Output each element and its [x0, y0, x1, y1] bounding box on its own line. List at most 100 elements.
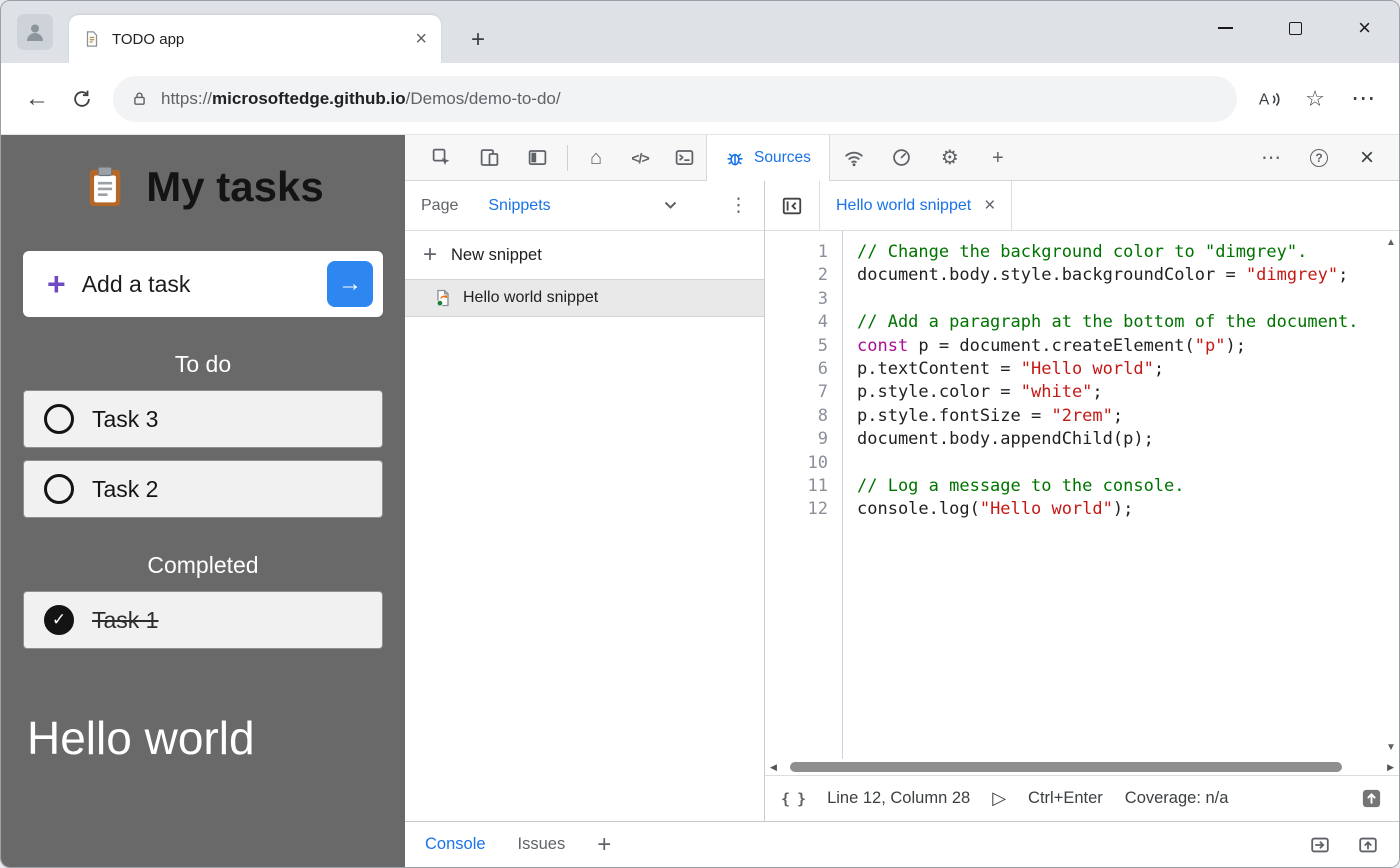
scroll-up-icon[interactable]: ▲ — [1386, 237, 1396, 248]
expand-quick-view-icon[interactable] — [1357, 834, 1379, 856]
more-tabs-icon[interactable]: ⋮ — [729, 194, 748, 217]
gear-icon[interactable]: ⚙ — [926, 135, 974, 181]
task-label: Task 1 — [92, 607, 158, 634]
tab-page[interactable]: Page — [421, 197, 458, 215]
task-card[interactable]: Task 2 — [23, 460, 383, 518]
address-bar[interactable]: https://microsoftedge.github.io/Demos/de… — [113, 76, 1237, 122]
line-number[interactable]: 3 — [765, 288, 828, 311]
code-line: document.body.appendChild(p); — [857, 428, 1383, 451]
code-editor[interactable]: // Change the background color to "dimgr… — [843, 231, 1383, 759]
tab-strip: TODO app × + × — [1, 1, 1399, 63]
snippet-item[interactable]: Hello world snippet — [405, 279, 764, 317]
back-button[interactable]: ← — [23, 85, 51, 113]
line-number[interactable]: 12 — [765, 498, 828, 521]
code-line: const p = document.createElement("p"); — [857, 335, 1383, 358]
code-line: // Log a message to the console. — [857, 475, 1383, 498]
read-aloud-icon[interactable]: A — [1257, 88, 1281, 110]
inspect-icon[interactable] — [417, 135, 465, 181]
add-drawer-tab-icon[interactable]: + — [597, 833, 611, 857]
console-panel-icon[interactable] — [662, 135, 706, 181]
line-number[interactable]: 2 — [765, 264, 828, 287]
code-line — [857, 452, 1383, 475]
line-numbers[interactable]: 123456789101112 — [765, 231, 843, 759]
line-number[interactable]: 6 — [765, 358, 828, 381]
task-card[interactable]: ✓ Task 1 — [23, 591, 383, 649]
horizontal-scrollbar[interactable]: ◀ ▶ — [765, 759, 1399, 775]
dock-panel-icon[interactable] — [513, 135, 561, 181]
scrollbar-track[interactable] — [782, 761, 1382, 773]
task-card[interactable]: Task 3 — [23, 390, 383, 448]
maximize-button[interactable] — [1289, 22, 1302, 35]
line-number[interactable]: 4 — [765, 311, 828, 334]
line-number[interactable]: 10 — [765, 452, 828, 475]
browser-window: TODO app × + × ← https://microsoftedge.g… — [0, 0, 1400, 868]
task-checkbox[interactable] — [44, 474, 74, 504]
performance-icon[interactable] — [878, 135, 926, 181]
new-snippet-button[interactable]: + New snippet — [405, 231, 764, 279]
reload-button[interactable] — [71, 88, 93, 110]
line-number[interactable]: 1 — [765, 241, 828, 264]
output-paragraph: Hello world — [27, 711, 405, 765]
code-line: p.style.color = "white"; — [857, 381, 1383, 404]
code-line: p.style.fontSize = "2rem"; — [857, 405, 1383, 428]
navigator-tabs: Page Snippets ⋮ — [405, 181, 764, 231]
tab-snippets[interactable]: Snippets — [488, 197, 550, 215]
new-tab-button[interactable]: + — [463, 25, 493, 55]
minimize-button[interactable] — [1218, 27, 1233, 29]
tab-sources[interactable]: Sources — [706, 135, 830, 181]
editor-tab[interactable]: Hello world snippet × — [819, 181, 1012, 230]
scrollbar-thumb[interactable] — [790, 762, 1342, 772]
line-number[interactable]: 11 — [765, 475, 828, 498]
window-controls: × — [1218, 17, 1371, 39]
plus-icon: + — [47, 268, 66, 300]
browser-tab[interactable]: TODO app × — [69, 15, 441, 63]
task-checkbox-checked[interactable]: ✓ — [44, 605, 74, 635]
add-panel-icon[interactable]: + — [974, 135, 1022, 181]
code-line: // Change the background color to "dimgr… — [857, 241, 1383, 264]
close-devtools-icon[interactable]: × — [1343, 135, 1391, 181]
profile-avatar[interactable] — [17, 14, 53, 50]
editor-tab-bar: Hello world snippet × — [765, 181, 1399, 231]
vertical-scrollbar[interactable]: ▲ ▼ — [1383, 231, 1399, 759]
dock-quick-view-icon[interactable] — [1309, 834, 1331, 856]
editor-main: 123456789101112 // Change the background… — [765, 231, 1399, 759]
close-editor-tab-icon[interactable]: × — [984, 196, 995, 215]
run-snippet-icon[interactable]: ▷ — [992, 788, 1006, 809]
tab-close-icon[interactable]: × — [415, 29, 427, 49]
todo-list: Task 3 Task 2 — [1, 390, 405, 518]
hide-navigator-icon[interactable] — [765, 181, 819, 230]
line-number[interactable]: 9 — [765, 428, 828, 451]
run-shortcut: Ctrl+Enter — [1028, 789, 1103, 808]
welcome-home-icon[interactable]: ⌂ — [574, 135, 618, 181]
tab-issues[interactable]: Issues — [518, 835, 566, 854]
site-lock-icon[interactable] — [131, 90, 148, 107]
favorite-star-icon[interactable]: ☆ — [1301, 86, 1329, 112]
help-icon[interactable]: ? — [1295, 135, 1343, 181]
device-toolbar-icon[interactable] — [465, 135, 513, 181]
add-task-field[interactable]: + Add a task → — [23, 251, 383, 317]
browser-menu-icon[interactable]: ⋯ — [1349, 84, 1377, 113]
network-icon[interactable] — [830, 135, 878, 181]
todo-app: My tasks + Add a task → To do Task 3Task… — [1, 135, 405, 867]
more-options-icon[interactable]: ⋯ — [1247, 135, 1295, 181]
scroll-left-icon[interactable]: ◀ — [770, 762, 777, 773]
scroll-right-icon[interactable]: ▶ — [1387, 762, 1394, 773]
code-line: console.log("Hello world"); — [857, 498, 1383, 521]
tab-console[interactable]: Console — [425, 835, 486, 854]
devtools-drawer: Console Issues + — [405, 821, 1399, 867]
devtools-toolbar: ⌂ </> Sources ⚙ — [405, 135, 1399, 181]
chevron-down-icon[interactable] — [664, 201, 677, 210]
line-number[interactable]: 8 — [765, 405, 828, 428]
load-panel-icon[interactable] — [1360, 787, 1383, 810]
pretty-print-icon[interactable]: { } — [781, 790, 805, 808]
scroll-down-icon[interactable]: ▼ — [1386, 742, 1396, 753]
task-checkbox[interactable] — [44, 404, 74, 434]
line-number[interactable]: 7 — [765, 381, 828, 404]
submit-task-button[interactable]: → — [327, 261, 373, 307]
line-number[interactable]: 5 — [765, 335, 828, 358]
close-window-button[interactable]: × — [1358, 17, 1371, 39]
code-line: document.body.style.backgroundColor = "d… — [857, 264, 1383, 287]
elements-icon[interactable]: </> — [618, 135, 662, 181]
bug-icon — [725, 148, 745, 168]
add-task-label: Add a task — [82, 271, 311, 298]
